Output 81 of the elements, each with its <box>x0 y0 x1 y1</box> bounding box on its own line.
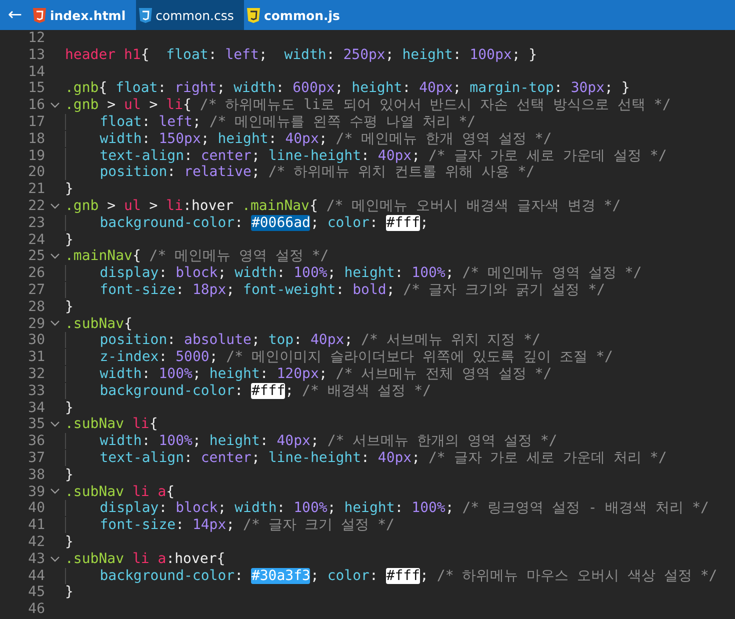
code-line: .gnb > ul > li{ /* 하위메뉴도 li로 되어 있어서 반드시 자손 선택 방식으로 선택 */ <box>65 97 671 114</box>
file-tab[interactable]: common.css <box>136 0 244 30</box>
code-line: display: block; width: 100%; height: 100%; /* 메인메뉴 영역 설정 */ <box>65 265 642 282</box>
code-line: .mainNav{ /* 메인메뉴 영역 설정 */ <box>65 248 329 266</box>
line-number: 18 <box>27 130 45 148</box>
code-line: } <box>65 584 74 602</box>
code-line: .subNav li a:hover{ <box>65 550 226 568</box>
line-number: 23 <box>27 214 45 232</box>
file-tab[interactable]: index.html <box>30 0 136 30</box>
back-button[interactable]: ← <box>0 0 30 30</box>
code-line: } <box>65 466 74 484</box>
line-number: 31 <box>27 349 45 366</box>
line-number: 14 <box>27 64 45 80</box>
line-number: 35 <box>27 416 45 434</box>
line-number: 17 <box>27 114 45 131</box>
code-line: background-color: #fff; /* 배경색 설정 */ <box>65 382 432 400</box>
code-line: z-index: 5000; /* 메인이미지 슬라이더보다 위쪽에 있도록 깊이 조절 */ <box>65 349 613 366</box>
line-number: 21 <box>27 181 45 198</box>
fold-chevron-icon[interactable] <box>50 202 60 210</box>
code-line: width: 150px; height: 40px; /* 메인메뉴 한개 영역 설정 */ <box>65 130 552 148</box>
code-line: text-align: center; line-height: 40px; /* 글자 가로 세로 가운데 설정 */ <box>65 148 667 164</box>
code-line: position: relative; /* 하위메뉴 위치 컨트롤 위해 사용 */ <box>65 164 535 182</box>
line-number: 16 <box>27 97 45 114</box>
code-line: display: block; width: 100%; height: 100%; /* 링크영역 설정 - 배경색 처리 */ <box>65 500 709 518</box>
code-line: font-size: 18px; font-weight: bold; /* 글자 크기와 굵기 설정 */ <box>65 282 606 299</box>
line-number: 34 <box>27 400 45 416</box>
line-number: 41 <box>27 517 45 534</box>
code-line: background-color: #0066ad; color: #fff; <box>65 214 428 232</box>
code-line: .gnb > ul > li:hover .mainNav{ /* 메인메뉴 오버시 배경색 글자색 변경 */ <box>65 198 621 215</box>
line-number: 20 <box>27 164 45 182</box>
code-line: .subNav li a{ <box>65 484 175 500</box>
code-line: .subNav{ <box>65 316 132 332</box>
fold-chevron-icon[interactable] <box>50 421 60 428</box>
line-number: 30 <box>27 332 45 350</box>
line-number: 44 <box>27 568 45 584</box>
line-number: 38 <box>27 466 45 484</box>
shield-icon <box>246 8 260 22</box>
code-line: width: 100%; height: 120px; /* 서브메뉴 전체 영역 설정 */ <box>65 366 552 383</box>
line-number: 22 <box>27 198 45 215</box>
code-line: } <box>65 232 74 248</box>
code-line: .gnb{ float: right; width: 600px; height: 40px; margin-top: 30px; } <box>65 80 630 98</box>
line-number: 46 <box>27 601 45 618</box>
line-number: 37 <box>27 450 45 467</box>
code-line: position: absolute; top: 40px; /* 서브메뉴 위치 지정 */ <box>65 332 540 350</box>
fold-chevron-icon[interactable] <box>50 488 60 496</box>
line-number: 25 <box>27 248 45 266</box>
line-number: 45 <box>27 584 45 602</box>
line-number: 12 <box>27 30 45 47</box>
line-number: 26 <box>27 265 45 282</box>
line-number: 32 <box>27 366 45 383</box>
line-number: 27 <box>27 282 45 299</box>
shield-icon <box>33 8 46 22</box>
line-number: 40 <box>27 500 45 518</box>
line-number: 24 <box>27 232 45 248</box>
line-number: 19 <box>27 148 45 164</box>
fold-chevron-icon[interactable] <box>50 320 60 328</box>
file-tab[interactable]: common.js <box>244 0 350 30</box>
line-number: 15 <box>27 80 45 98</box>
line-number: 13 <box>27 46 45 64</box>
shield-icon <box>138 8 152 22</box>
code-line: width: 100%; height: 40px; /* 서브메뉴 한개의 영역 설정 */ <box>65 433 558 450</box>
line-number: 33 <box>27 382 45 400</box>
code-line: .subNav li{ <box>65 416 158 434</box>
code-line: header h1{ float: left; width: 250px; height: 100px; } <box>65 46 538 64</box>
line-number: 43 <box>27 550 45 568</box>
line-number: 36 <box>27 433 45 450</box>
code-line: } <box>65 181 74 198</box>
fold-chevron-icon[interactable] <box>50 102 60 110</box>
code-line: background-color: #30a3f3; color: #fff; /* 하위메뉴 마우스 오버시 색상 설정 */ <box>65 568 718 584</box>
fold-chevron-icon[interactable] <box>50 253 60 260</box>
line-number: 28 <box>27 298 45 316</box>
code-line: } <box>65 534 74 551</box>
code-line: font-size: 14px; /* 글자 크기 설정 */ <box>65 517 394 534</box>
line-number: 42 <box>27 534 45 551</box>
fold-chevron-icon[interactable] <box>50 556 60 563</box>
code-line: } <box>65 298 74 316</box>
line-number: 29 <box>27 316 45 332</box>
code-line: text-align: center; line-height: 40px; /* 글자 가로 세로 가운데 처리 */ <box>65 450 667 467</box>
code-line: float: left; /* 메인메뉴를 왼쪽 수평 나열 처리 */ <box>65 114 476 131</box>
code-line: } <box>65 400 74 416</box>
line-number: 39 <box>27 484 45 500</box>
